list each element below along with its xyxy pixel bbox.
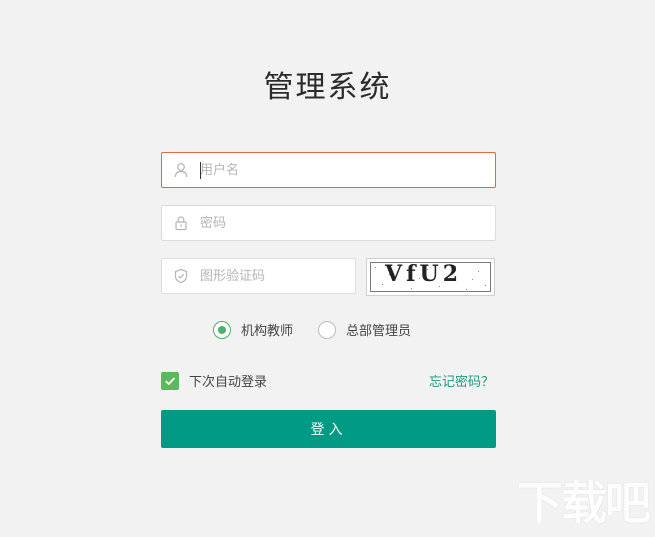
password-input[interactable] xyxy=(200,208,495,238)
forgot-password-link[interactable]: 忘记密码？ xyxy=(429,371,494,390)
shield-icon xyxy=(162,259,200,293)
remember-checkbox[interactable] xyxy=(161,371,179,390)
username-field[interactable] xyxy=(161,152,496,188)
radio-role-teacher[interactable]: 机构教师 xyxy=(213,320,293,339)
text-cursor xyxy=(200,162,201,179)
captcha-text: VfU2 xyxy=(385,261,463,287)
radio-role-admin[interactable]: 总部管理员 xyxy=(318,320,411,339)
login-page: 管理系统 用户名 图形验证码 VfU2 机构教师 总部管理员 下次自动登录 忘记… xyxy=(0,0,655,537)
radio-label-teacher: 机构教师 xyxy=(241,324,294,339)
lock-icon xyxy=(162,206,200,240)
remember-me[interactable]: 下次自动登录 xyxy=(161,371,267,390)
captcha-image[interactable]: VfU2 xyxy=(366,258,495,296)
radio-circle[interactable] xyxy=(318,320,337,339)
site-watermark-logo: 下载吧 xyxy=(517,476,651,530)
password-field[interactable] xyxy=(161,205,496,241)
captcha-input[interactable] xyxy=(200,261,370,291)
radio-label-admin: 总部管理员 xyxy=(346,324,412,339)
captcha-field[interactable] xyxy=(161,258,370,294)
check-icon xyxy=(165,376,176,385)
login-button[interactable]: 登入 xyxy=(161,410,496,448)
page-title: 管理系统 xyxy=(263,70,392,105)
remember-label: 下次自动登录 xyxy=(189,375,268,390)
role-radio-group: 机构教师 总部管理员 xyxy=(213,320,411,339)
radio-circle-selected[interactable] xyxy=(213,320,231,339)
username-input[interactable] xyxy=(200,155,495,185)
user-icon xyxy=(162,153,200,187)
